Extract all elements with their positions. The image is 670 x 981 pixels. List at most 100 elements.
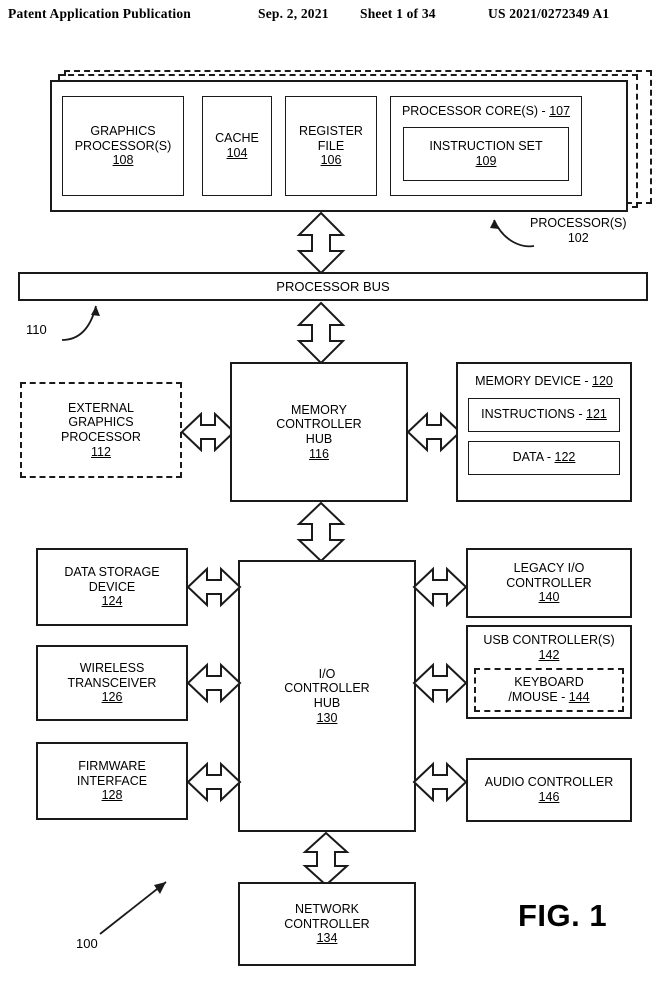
data-ref: 122 [554, 450, 576, 465]
memory-controller-hub-box: MEMORY CONTROLLER HUB 116 [230, 362, 408, 502]
keyboard-mouse-line1: KEYBOARD [514, 674, 584, 689]
legacy-io-ref: 140 [538, 590, 560, 605]
memory-device-title-text: MEMORY DEVICE - [475, 374, 593, 388]
external-graphics-line1: EXTERNAL [68, 400, 134, 415]
keyboard-mouse-ref: 144 [568, 689, 590, 704]
processor-bus-label: PROCESSOR BUS [276, 278, 390, 294]
arrow-external-graphics-to-memory-controller [180, 411, 236, 453]
arrow-io-controller-to-legacy-io [412, 566, 468, 608]
system-lead-arrow [96, 876, 176, 938]
keyboard-mouse-line2-text: /MOUSE - [508, 689, 569, 704]
cache-box: CACHE 104 [202, 96, 272, 196]
wireless-ref: 126 [101, 690, 123, 705]
arrow-firmware-to-io-controller [186, 761, 242, 803]
data-box: DATA - 122 [468, 440, 620, 475]
wireless-line2: TRANSCEIVER [67, 675, 157, 690]
patent-figure-page: Patent Application Publication Sep. 2, 2… [0, 0, 670, 981]
data-storage-line1: DATA STORAGE [64, 564, 160, 579]
wireless-line1: WIRELESS [79, 660, 145, 675]
data-storage-line2: DEVICE [88, 579, 136, 594]
processor-bus-lead-arrow [56, 300, 114, 344]
header-sheet: Sheet 1 of 34 [360, 6, 436, 21]
processor-ref-number: 102 [567, 231, 589, 245]
memory-device-ref: 120 [592, 374, 613, 388]
data-label: DATA - 122 [513, 450, 576, 465]
graphics-processor-box: GRAPHICS PROCESSOR(S) 108 [62, 96, 184, 196]
external-graphics-line3: PROCESSOR [61, 430, 141, 444]
arrow-io-controller-to-audio [412, 761, 468, 803]
usb-controller-ref: 142 [538, 647, 560, 662]
memory-device-box: MEMORY DEVICE - 120 INSTRUCTIONS - 121 D… [456, 362, 632, 502]
arrow-wireless-to-io-controller [186, 662, 242, 704]
processor-core-title: PROCESSOR CORE(S) - 107 [402, 104, 570, 119]
memory-device-title: MEMORY DEVICE - 120 [475, 374, 613, 389]
processor-bus-bar: PROCESSOR BUS [18, 272, 648, 301]
processor-core-title-text: PROCESSOR CORE(S) - [401, 104, 550, 118]
io-controller-ref: 130 [316, 710, 338, 725]
instructions-label: INSTRUCTIONS - 121 [481, 407, 607, 422]
register-file-ref: 106 [320, 153, 342, 168]
register-file-box: REGISTER FILE 106 [285, 96, 377, 196]
cache-label: CACHE [215, 131, 259, 146]
firmware-line1: FIRMWARE [78, 758, 146, 773]
firmware-ref: 128 [101, 788, 123, 803]
audio-controller-box: AUDIO CONTROLLER 146 [466, 758, 632, 822]
audio-controller-ref: 146 [538, 790, 560, 804]
io-controller-hub-box: I/O CONTROLLER HUB 130 [238, 560, 416, 832]
io-controller-line2: CONTROLLER [284, 681, 370, 696]
register-file-line2: FILE [317, 138, 345, 153]
arrow-data-storage-to-io-controller [186, 566, 242, 608]
legacy-io-line2: CONTROLLER [506, 575, 592, 590]
register-file-line1: REGISTER [299, 123, 363, 138]
usb-controller-box: USB CONTROLLER(S) 142 KEYBOARD /MOUSE - … [466, 625, 632, 719]
keyboard-mouse-line2: /MOUSE - 144 [508, 690, 589, 705]
arrow-io-controller-to-network-controller [302, 831, 350, 887]
system-ref-number: 100 [76, 936, 98, 951]
memory-controller-line1: MEMORY [290, 402, 348, 417]
processor-bus-ref: 110 [26, 322, 47, 337]
instructions-ref: 121 [586, 407, 607, 422]
processor-ref-label: PROCESSOR(S) 102 [530, 216, 627, 246]
processor-core-ref: 107 [549, 104, 571, 118]
processor-ref-label-text: PROCESSOR(S) [530, 216, 627, 230]
graphics-processor-line1: GRAPHICS [90, 123, 156, 138]
processor-core-box: PROCESSOR CORE(S) - 107 INSTRUCTION SET … [390, 96, 582, 196]
data-storage-ref: 124 [101, 594, 123, 609]
io-controller-line1: I/O [318, 666, 336, 681]
instruction-set-label: INSTRUCTION SET [429, 139, 543, 153]
header-publication: Patent Application Publication [8, 6, 192, 21]
io-controller-line3: HUB [313, 696, 341, 710]
header-patent-number: US 2021/0272349 A1 [488, 6, 610, 21]
wireless-transceiver-box: WIRELESS TRANSCEIVER 126 [36, 645, 188, 721]
instruction-set-box: INSTRUCTION SET 109 [403, 126, 569, 181]
figure-label: FIG. 1 [518, 898, 608, 933]
keyboard-mouse-box: KEYBOARD /MOUSE - 144 [474, 667, 624, 712]
cache-ref: 104 [226, 146, 248, 160]
legacy-io-line1: LEGACY I/O [513, 560, 585, 575]
network-controller-line2: CONTROLLER [284, 916, 370, 931]
memory-controller-line3: HUB [305, 432, 333, 446]
network-controller-ref: 134 [316, 931, 338, 946]
processor-lead-arrow [482, 208, 542, 250]
network-controller-box: NETWORK CONTROLLER 134 [238, 882, 416, 966]
data-label-text: DATA - [512, 450, 555, 465]
network-controller-line1: NETWORK [295, 901, 359, 916]
graphics-processor-line2: PROCESSOR(S) [74, 138, 172, 153]
legacy-io-controller-box: LEGACY I/O CONTROLLER 140 [466, 548, 632, 618]
arrow-memory-controller-to-io-controller [296, 501, 346, 563]
header-date: Sep. 2, 2021 [258, 6, 329, 21]
instructions-label-text: INSTRUCTIONS - [481, 407, 586, 422]
arrow-io-controller-to-usb [412, 662, 468, 704]
instruction-set-ref: 109 [475, 153, 497, 168]
external-graphics-ref: 112 [91, 444, 111, 459]
memory-controller-line2: CONTROLLER [276, 417, 362, 432]
instructions-box: INSTRUCTIONS - 121 [468, 397, 620, 432]
graphics-processor-ref: 108 [112, 153, 134, 168]
external-graphics-line2: GRAPHICS [68, 415, 134, 430]
external-graphics-processor-box: EXTERNAL GRAPHICS PROCESSOR 112 [20, 382, 182, 478]
firmware-line2: INTERFACE [76, 773, 148, 788]
arrow-memory-controller-to-memory-device [406, 411, 462, 453]
usb-controller-label: USB CONTROLLER(S) [483, 633, 615, 647]
arrow-processor-to-bus [296, 211, 346, 275]
firmware-interface-box: FIRMWARE INTERFACE 128 [36, 742, 188, 820]
